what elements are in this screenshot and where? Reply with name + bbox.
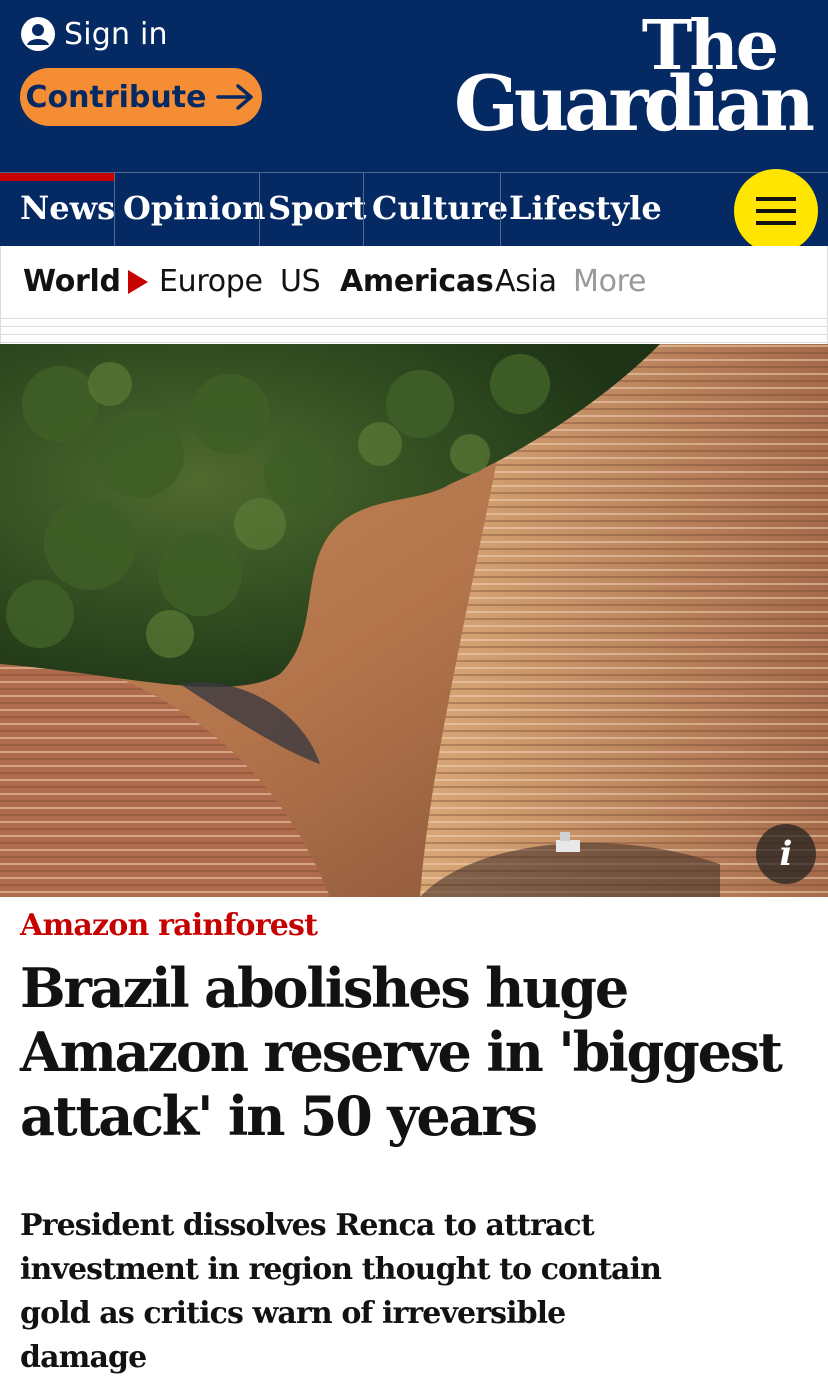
subnav-europe[interactable]: Europe [159, 264, 263, 299]
article-standfirst: President dissolves Renca to attract inv… [20, 1208, 662, 1375]
subnav-asia[interactable]: Asia [495, 264, 557, 299]
divider-rules [0, 318, 828, 344]
mine-landscape-illustration [0, 344, 828, 897]
user-account-icon [21, 17, 55, 51]
masthead: Sign in Contribute The Guardian [0, 0, 828, 172]
menu-button[interactable] [734, 169, 818, 253]
hero-image: i [0, 344, 828, 897]
sign-in-link[interactable]: Sign in [20, 14, 168, 54]
logo-line-guardian: Guardian [454, 59, 815, 148]
guardian-logo[interactable]: The Guardian [454, 6, 815, 142]
article-headline: Brazil abolishes huge Amazon reserve in … [20, 956, 783, 1148]
subnav: World Europe US Americas Asia More [0, 246, 828, 318]
sign-in-label: Sign in [64, 16, 168, 52]
pillar-nav: News Opinion Sport Culture Lifestyle [0, 169, 828, 253]
section-kicker[interactable]: Amazon rainforest [20, 908, 318, 943]
contribute-label: Contribute [25, 79, 207, 115]
arrow-right-icon [216, 84, 254, 110]
subnav-us[interactable]: US [280, 264, 321, 299]
pillar-news[interactable]: News [0, 173, 115, 246]
subnav-world[interactable]: World [23, 264, 121, 299]
subnav-americas[interactable]: Americas [340, 264, 494, 299]
hamburger-icon-bar [756, 209, 796, 213]
triangle-right-icon [128, 270, 148, 294]
pillar-opinion[interactable]: Opinion [114, 173, 265, 246]
pillar-lifestyle[interactable]: Lifestyle [500, 173, 662, 246]
hamburger-icon [756, 197, 796, 201]
subnav-more[interactable]: More [573, 264, 646, 299]
image-info-button[interactable]: i [756, 824, 816, 884]
pillar-sport[interactable]: Sport [259, 173, 366, 246]
hamburger-icon-bar [756, 221, 796, 225]
contribute-button[interactable]: Contribute [20, 68, 262, 126]
pillar-culture[interactable]: Culture [363, 173, 508, 246]
